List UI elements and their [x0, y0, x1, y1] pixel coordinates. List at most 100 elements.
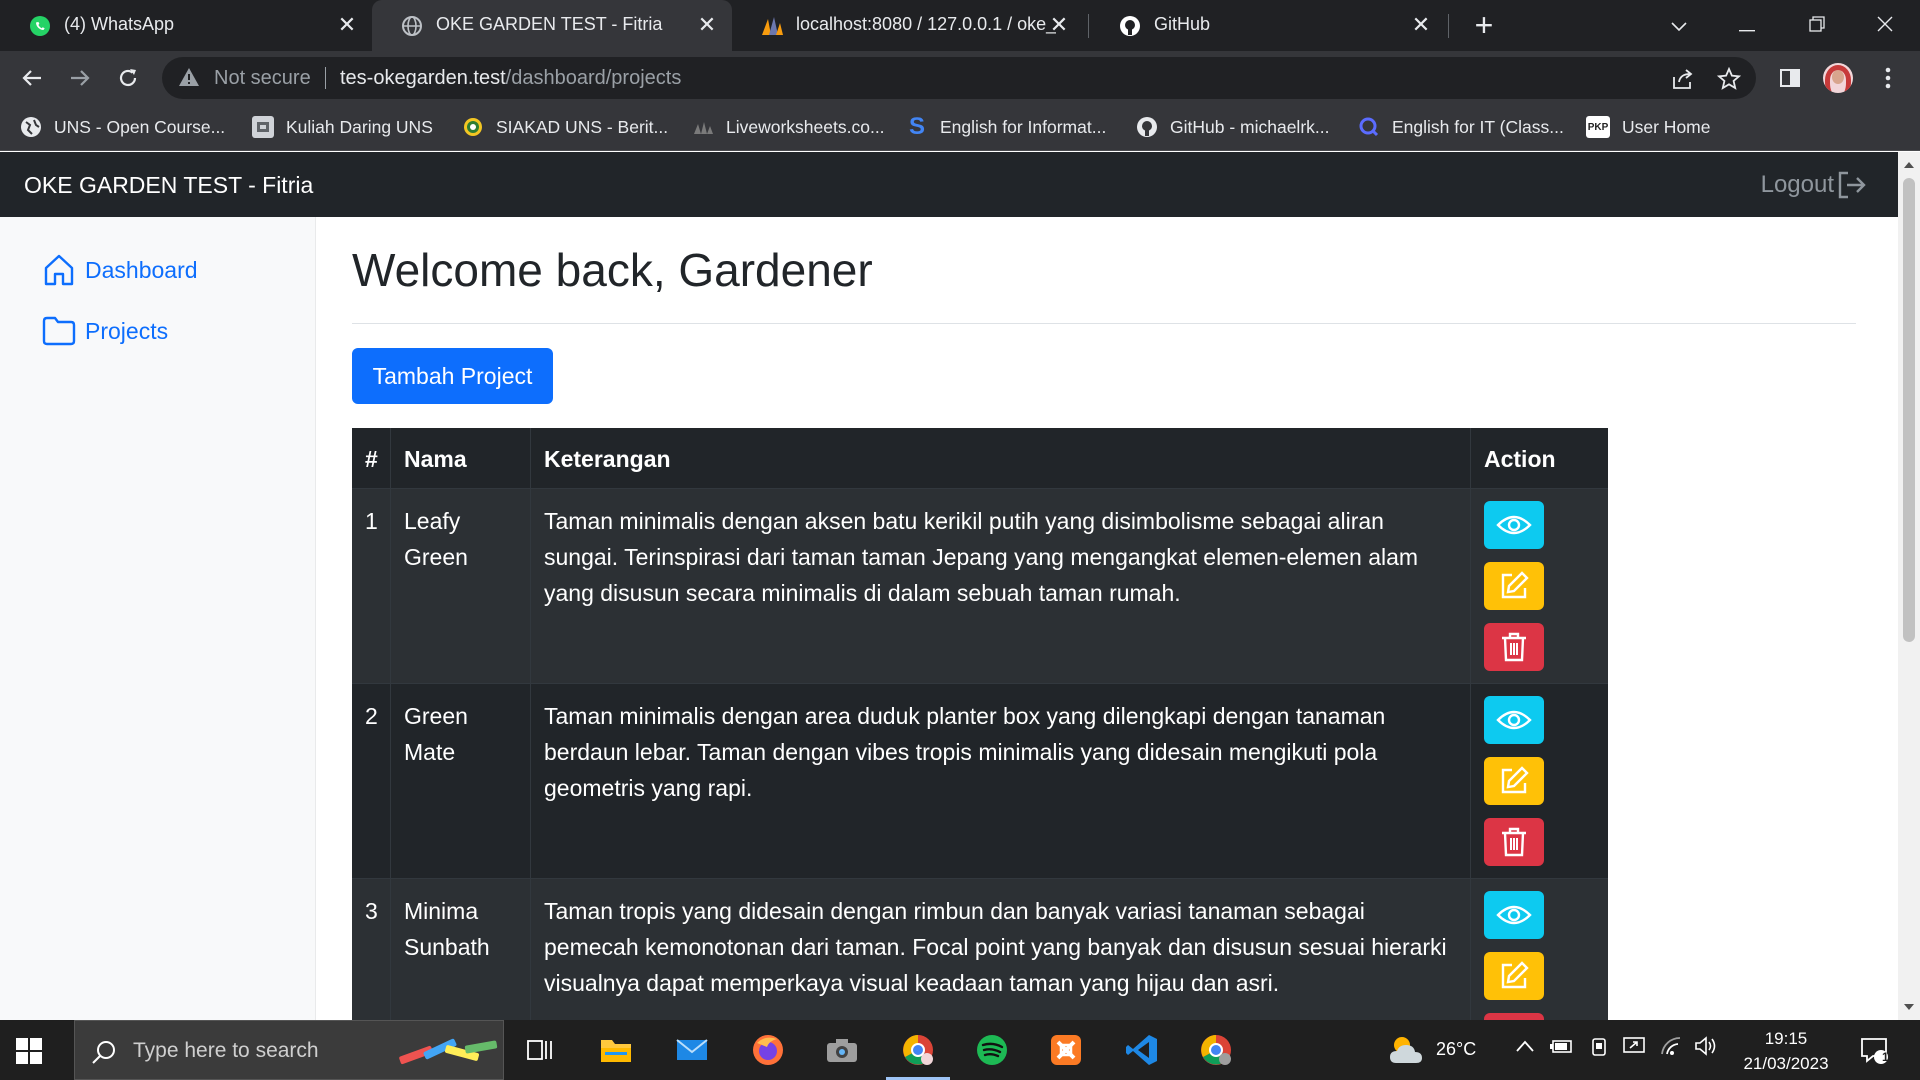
folder-icon [42, 316, 76, 346]
scroll-up-arrow[interactable] [1904, 162, 1914, 168]
xampp-icon[interactable] [1046, 1030, 1086, 1070]
restore-button[interactable] [1794, 6, 1840, 46]
minimize-button[interactable] [1724, 6, 1770, 46]
weather-cloud-icon[interactable] [1386, 1030, 1426, 1070]
logout-button[interactable]: Logout [1761, 170, 1868, 200]
windows-start-icon[interactable] [16, 1038, 42, 1064]
github-icon [1118, 14, 1142, 38]
reload-icon [119, 69, 137, 87]
bookmark-label: SIAKAD UNS - Berit... [496, 116, 669, 137]
project-name: Minima Sunbath [404, 898, 490, 960]
wifi-icon[interactable] [1660, 1036, 1682, 1061]
close-window-button[interactable] [1862, 6, 1908, 46]
navbar-brand[interactable]: OKE GARDEN TEST - Fitria [24, 172, 313, 199]
bookmark-user-home[interactable]: PKP User Home [1586, 114, 1711, 140]
bookmark-liveworksheets[interactable]: Liveworksheets.co... [692, 114, 885, 140]
view-button[interactable] [1484, 696, 1544, 744]
camera-icon[interactable] [822, 1030, 862, 1070]
trash-icon [1502, 632, 1526, 662]
taskbar-clock[interactable]: 19:15 21/03/2023 [1736, 1026, 1836, 1076]
tab-phpmyadmin[interactable]: localhost:8080 / 127.0.0.1 / oke_g ✕ [732, 0, 1084, 51]
house-icon [44, 254, 74, 286]
spotify-icon[interactable] [972, 1030, 1012, 1070]
close-tab-icon[interactable]: ✕ [1046, 12, 1072, 38]
edit-button[interactable] [1484, 952, 1544, 1000]
close-tab-icon[interactable]: ✕ [334, 12, 360, 38]
tab-github[interactable]: GitHub ✕ [1090, 0, 1446, 51]
side-panel-icon[interactable] [1774, 62, 1806, 94]
warning-triangle-icon[interactable] [178, 66, 202, 90]
view-button[interactable] [1484, 891, 1544, 939]
profile-avatar[interactable] [1823, 63, 1853, 93]
sidebar-item-dashboard[interactable]: Dashboard [42, 253, 198, 287]
task-view-icon[interactable] [520, 1030, 560, 1070]
bookmark-siakad[interactable]: SIAKAD UNS - Berit... [462, 114, 668, 140]
screen-sync-icon[interactable] [1622, 1036, 1646, 1061]
header-number: # [365, 446, 378, 472]
back-button[interactable] [14, 60, 50, 96]
speaker-icon[interactable] [1694, 1036, 1718, 1061]
sidebar-item-label: Projects [85, 317, 169, 344]
edit-button[interactable] [1484, 562, 1544, 610]
tab-title: localhost:8080 / 127.0.0.1 / oke_g [796, 14, 1056, 34]
sidebar-item-projects[interactable]: Projects [42, 315, 168, 347]
bookmark-english-informatics[interactable]: S English for Informat... [906, 113, 1106, 140]
bookmarks-bar: UNS - Open Course... Kuliah Daring UNS S… [0, 104, 1920, 151]
delete-button[interactable] [1484, 623, 1544, 671]
view-button[interactable] [1484, 501, 1544, 549]
delete-button[interactable] [1484, 818, 1544, 866]
device-icon[interactable] [1590, 1037, 1608, 1062]
delete-button[interactable] [1484, 1013, 1544, 1020]
pkp-icon: PKP [1586, 116, 1610, 138]
security-label[interactable]: Not secure [214, 67, 311, 90]
edit-button[interactable] [1484, 757, 1544, 805]
pencil-square-icon [1501, 766, 1529, 794]
reload-button[interactable] [110, 60, 146, 96]
bookmark-uns-open-course[interactable]: UNS - Open Course... [20, 114, 225, 140]
bookmark-english-it[interactable]: English for IT (Class... [1358, 114, 1564, 140]
battery-icon[interactable] [1550, 1038, 1574, 1059]
weather-temp[interactable]: 26°C [1436, 1039, 1476, 1060]
chevron-up-icon[interactable] [1516, 1036, 1534, 1057]
scrollbar-thumb[interactable] [1903, 178, 1915, 642]
vscode-icon[interactable] [1122, 1030, 1162, 1070]
share-icon[interactable] [1670, 66, 1696, 92]
title-divider [352, 323, 1856, 324]
address-bar[interactable]: Not secure tes-okegarden.test/dashboard/… [162, 57, 1756, 99]
close-tab-icon[interactable]: ✕ [1408, 12, 1434, 38]
star-icon[interactable] [1716, 66, 1742, 92]
tab-search-icon[interactable] [1656, 6, 1702, 46]
windows-taskbar: Type here to search 26°C 19:15 21/03/202… [0, 1020, 1920, 1080]
bookmark-label: English for IT (Class... [1392, 116, 1564, 137]
bookmark-kuliah-daring[interactable]: Kuliah Daring UNS [252, 114, 433, 140]
file-explorer-icon[interactable] [596, 1030, 636, 1070]
whatsapp-icon [28, 14, 52, 38]
page-scrollbar[interactable] [1898, 152, 1920, 1020]
trash-icon [1502, 827, 1526, 857]
add-project-button[interactable]: Tambah Project [352, 348, 553, 404]
table-header: # Nama Keterangan Action [352, 428, 1608, 489]
eye-icon [1496, 905, 1532, 925]
tab-whatsapp[interactable]: (4) WhatsApp ✕ [0, 0, 372, 51]
project-description: Taman tropis yang didesain dengan rimbun… [544, 898, 1447, 996]
bookmark-label: Kuliah Daring UNS [286, 116, 433, 137]
new-tab-button[interactable]: + [1466, 8, 1502, 44]
bookmark-github-michaelrk[interactable]: GitHub - michaelrk... [1136, 114, 1329, 140]
tab-separator [1448, 14, 1449, 38]
mail-icon[interactable] [672, 1030, 712, 1070]
search-placeholder: Type here to search [133, 1039, 319, 1062]
firefox-icon[interactable] [748, 1030, 788, 1070]
scroll-down-arrow[interactable] [1904, 1004, 1914, 1010]
url-host: tes-okegarden.test [340, 67, 506, 89]
tab-oke-garden[interactable]: OKE GARDEN TEST - Fitria | Dash ✕ [372, 0, 732, 51]
taskbar-search[interactable]: Type here to search [74, 1020, 504, 1080]
forward-button[interactable] [62, 60, 98, 96]
chrome-profile-icon[interactable] [886, 1030, 950, 1080]
url-text[interactable]: tes-okegarden.test/dashboard/projects [340, 67, 681, 90]
globe-icon [400, 14, 424, 38]
notification-icon[interactable]: 1 [1854, 1030, 1894, 1070]
kebab-menu-icon[interactable] [1872, 62, 1904, 94]
close-tab-icon[interactable]: ✕ [694, 12, 720, 38]
chrome-icon[interactable] [1196, 1030, 1236, 1070]
search-icon [92, 1041, 115, 1064]
